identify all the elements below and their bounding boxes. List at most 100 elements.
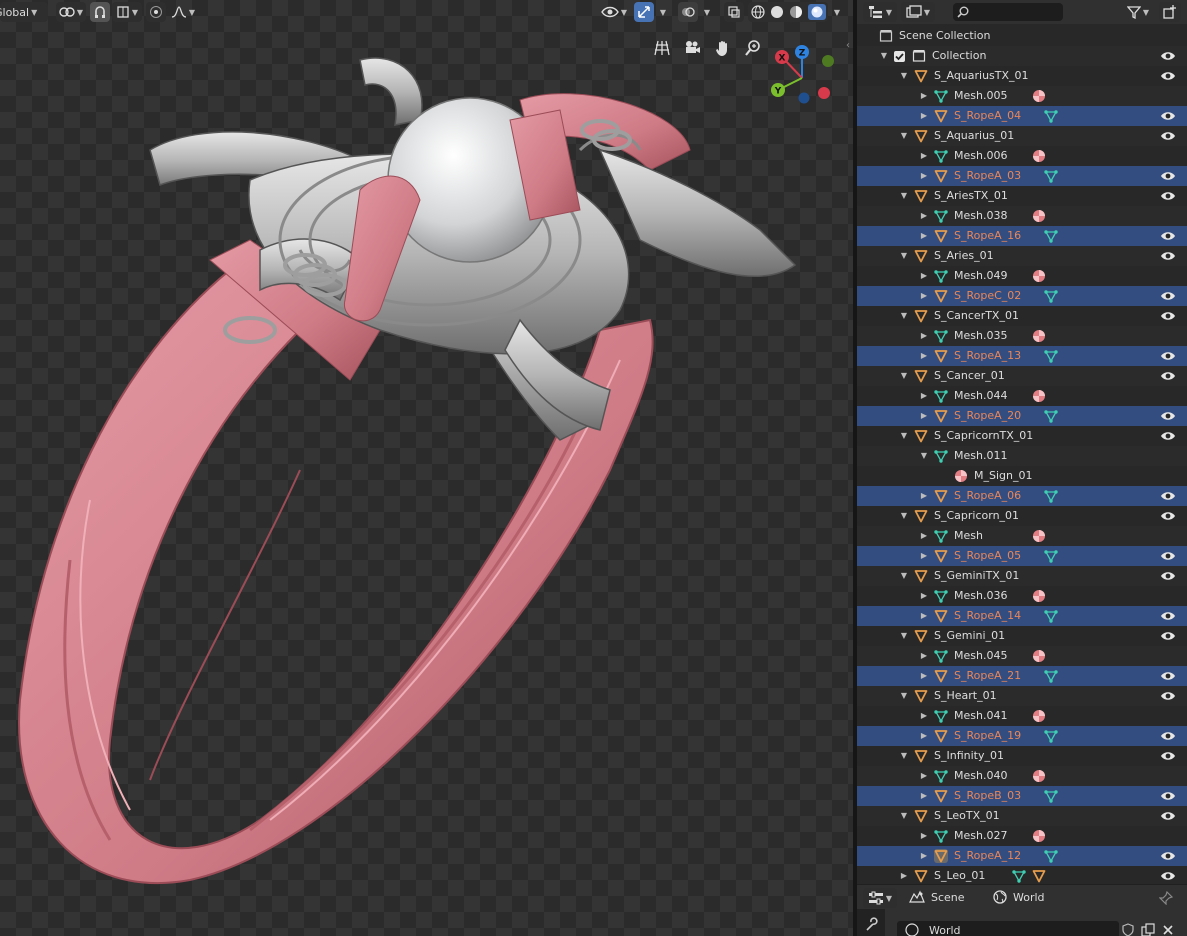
eye-icon[interactable] (1160, 170, 1176, 182)
disclosure-collapsed-icon[interactable]: ▶ (919, 671, 929, 680)
disclosure-expanded-icon[interactable]: ▼ (899, 691, 909, 700)
outliner-row[interactable]: ▼ S_CancerTX_01 (857, 306, 1187, 326)
disclosure-expanded-icon[interactable]: ▼ (899, 71, 909, 80)
disclosure-collapsed-icon[interactable]: ▶ (899, 871, 909, 880)
outliner-row[interactable]: ▶ Mesh.041 (857, 706, 1187, 726)
material-icon[interactable] (1032, 769, 1046, 783)
outliner-row[interactable]: ▼ S_LeoTX_01 (857, 806, 1187, 826)
outliner-row[interactable]: ▼ S_Infinity_01 (857, 746, 1187, 766)
disclosure-collapsed-icon[interactable]: ▶ (919, 151, 929, 160)
mesh-data-icon[interactable] (1044, 789, 1058, 803)
outliner-row[interactable]: ▶ S_RopeA_12 (857, 846, 1187, 866)
eye-icon[interactable] (1160, 410, 1176, 422)
new-collection-button[interactable] (1159, 2, 1181, 22)
material-icon[interactable] (1032, 269, 1046, 283)
eye-icon[interactable] (1160, 570, 1176, 582)
overlay-toggle[interactable] (678, 2, 698, 22)
eye-icon[interactable] (1160, 70, 1176, 82)
eye-icon[interactable] (1160, 870, 1176, 882)
outliner-row[interactable]: ▶ S_RopeA_20 (857, 406, 1187, 426)
disclosure-collapsed-icon[interactable]: ▶ (919, 531, 929, 540)
tool-settings-icon[interactable] (864, 917, 878, 931)
gizmo-toggle[interactable] (634, 2, 654, 22)
material-icon[interactable] (1032, 829, 1046, 843)
pin-icon[interactable] (1159, 891, 1173, 905)
disclosure-collapsed-icon[interactable]: ▶ (919, 231, 929, 240)
mesh-data-icon[interactable] (1044, 669, 1058, 683)
eye-icon[interactable] (1160, 850, 1176, 862)
eye-icon[interactable] (1160, 370, 1176, 382)
material-icon[interactable] (1032, 529, 1046, 543)
object-icon[interactable] (1032, 869, 1046, 883)
disclosure-expanded-icon[interactable]: ▼ (879, 51, 889, 60)
eye-icon[interactable] (1160, 110, 1176, 122)
rendered-shading-icon[interactable] (807, 4, 826, 20)
overlay-dropdown[interactable]: ▼ (699, 2, 713, 22)
mesh-data-icon[interactable] (1044, 289, 1058, 303)
shading-dropdown[interactable]: ▼ (829, 2, 843, 22)
disclosure-collapsed-icon[interactable]: ▶ (919, 791, 929, 800)
outliner-row[interactable]: ▼ S_AquariusTX_01 (857, 66, 1187, 86)
eye-icon[interactable] (1160, 490, 1176, 502)
eye-icon[interactable] (1160, 310, 1176, 322)
outliner-row[interactable]: ▶ Mesh.005 (857, 86, 1187, 106)
disclosure-collapsed-icon[interactable]: ▶ (919, 831, 929, 840)
material-shading-icon[interactable] (789, 5, 803, 19)
scene-tab[interactable]: Scene (909, 890, 965, 904)
disclosure-collapsed-icon[interactable]: ▶ (919, 351, 929, 360)
outliner-row[interactable]: ▼ Collection (857, 46, 1187, 66)
outliner-row[interactable]: ▼ S_Gemini_01 (857, 626, 1187, 646)
disclosure-expanded-icon[interactable]: ▼ (899, 811, 909, 820)
outliner-row[interactable]: ▶ Mesh.006 (857, 146, 1187, 166)
disclosure-expanded-icon[interactable]: ▼ (899, 131, 909, 140)
disclosure-collapsed-icon[interactable]: ▶ (919, 711, 929, 720)
editor-type-dropdown[interactable]: ▼ (863, 2, 897, 22)
xray-toggle[interactable] (724, 2, 744, 22)
eye-icon[interactable] (1160, 730, 1176, 742)
disclosure-collapsed-icon[interactable]: ▶ (919, 771, 929, 780)
mesh-data-icon[interactable] (1044, 169, 1058, 183)
mesh-data-icon[interactable] (1044, 729, 1058, 743)
disclosure-expanded-icon[interactable]: ▼ (899, 571, 909, 580)
material-icon[interactable] (1032, 329, 1046, 343)
disclosure-expanded-icon[interactable]: ▼ (919, 451, 929, 460)
disclosure-collapsed-icon[interactable]: ▶ (919, 611, 929, 620)
outliner-row[interactable]: ▶ Mesh.049 (857, 266, 1187, 286)
disclosure-expanded-icon[interactable]: ▼ (899, 751, 909, 760)
eye-icon[interactable] (1160, 430, 1176, 442)
disclosure-collapsed-icon[interactable]: ▶ (919, 111, 929, 120)
outliner-row[interactable]: ▶ S_RopeA_21 (857, 666, 1187, 686)
unlink-close-icon[interactable] (1161, 923, 1175, 936)
display-mode-dropdown[interactable]: ▼ (901, 2, 935, 22)
disclosure-collapsed-icon[interactable]: ▶ (919, 171, 929, 180)
material-icon[interactable] (1032, 709, 1046, 723)
material-icon[interactable] (1032, 89, 1046, 103)
world-datablock-field[interactable]: World (897, 921, 1119, 936)
proportional-edit-toggle[interactable] (146, 2, 166, 22)
disclosure-collapsed-icon[interactable]: ▶ (919, 291, 929, 300)
material-icon[interactable] (1032, 649, 1046, 663)
wireframe-shading-icon[interactable] (750, 5, 765, 19)
eye-icon[interactable] (1160, 630, 1176, 642)
outliner-row[interactable]: ▼ S_Capricorn_01 (857, 506, 1187, 526)
eye-icon[interactable] (1160, 130, 1176, 142)
eye-icon[interactable] (1160, 350, 1176, 362)
mesh-data-icon[interactable] (1044, 109, 1058, 123)
snap-target-button[interactable]: ▼ (112, 2, 142, 22)
eye-icon[interactable] (1160, 50, 1176, 62)
transform-orientation-dropdown[interactable]: Global▼ (0, 2, 48, 22)
outliner-row[interactable]: ▼ S_GeminiTX_01 (857, 566, 1187, 586)
scene-collection-row[interactable]: Scene Collection (857, 26, 1187, 46)
eye-icon[interactable] (1160, 790, 1176, 802)
outliner-row[interactable]: ▼ S_Heart_01 (857, 686, 1187, 706)
outliner-row[interactable]: ▶ Mesh.027 (857, 826, 1187, 846)
outliner-row[interactable]: ▶ S_RopeA_19 (857, 726, 1187, 746)
mesh-data-icon[interactable] (1044, 229, 1058, 243)
eye-icon[interactable] (1160, 550, 1176, 562)
outliner-row[interactable]: ▶ S_RopeA_13 (857, 346, 1187, 366)
outliner-row[interactable]: ▼ S_AriesTX_01 (857, 186, 1187, 206)
outliner-row[interactable]: ▶ Mesh.044 (857, 386, 1187, 406)
disclosure-collapsed-icon[interactable]: ▶ (919, 271, 929, 280)
solid-shading-icon[interactable] (770, 5, 784, 19)
mesh-data-icon[interactable] (1012, 869, 1026, 883)
